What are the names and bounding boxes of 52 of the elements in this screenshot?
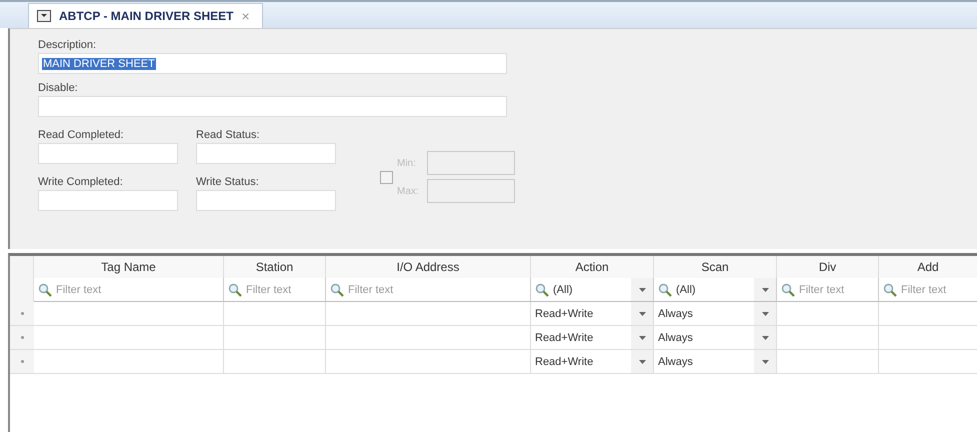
column-header[interactable]: Tag Name [34,256,224,278]
search-icon [883,282,897,296]
row-marker-icon [20,336,24,339]
column-header[interactable]: Div [777,256,879,278]
dropdown-cell[interactable]: Read+Write [531,302,654,326]
search-icon [38,282,52,296]
row-marker-icon [20,360,24,363]
input-field[interactable]: MAIN DRIVER SHEET [38,53,507,74]
column-header[interactable]: Add [879,256,977,278]
row-marker-icon [20,312,24,315]
caret-icon [762,336,768,340]
caret-icon [638,288,646,292]
caret-icon [762,360,768,364]
field-label: Disable: [38,81,79,96]
dropdown-cell[interactable]: Always [654,350,777,374]
dropdown-cell[interactable]: Read+Write [531,350,654,374]
search-icon [658,282,672,296]
filter-dropdown[interactable]: (All) [654,278,777,302]
input-field[interactable] [427,151,515,175]
field-label: Read Status: [196,128,261,143]
caret-icon [638,360,646,364]
caret-icon [638,336,646,340]
field-label: Description: [38,38,98,53]
column-header[interactable]: Station [224,256,326,278]
sheet-icon [37,10,51,22]
column-header[interactable]: Action [531,256,654,278]
search-icon [535,282,549,296]
field-label: Read Completed: [38,128,125,143]
caret-icon [762,288,768,292]
caret-icon [638,312,646,316]
column-header[interactable]: Scan [654,256,777,278]
filter-dropdown[interactable]: (All) [531,278,654,302]
dropdown-cell[interactable]: Always [654,302,777,326]
input-field[interactable] [38,143,178,164]
search-icon [228,282,242,296]
row-header[interactable] [10,350,34,374]
field-label: Write Status: [196,175,260,190]
row-header[interactable] [10,326,34,350]
input-field[interactable] [196,143,336,164]
search-icon [781,282,795,296]
dropdown-cell[interactable]: Read+Write [531,326,654,350]
caret-icon [762,312,768,316]
row-header[interactable] [10,302,34,326]
field-label: Write Completed: [38,175,124,190]
search-icon [330,282,344,296]
input-field[interactable] [38,190,178,211]
input-field[interactable] [196,190,336,211]
document-tab[interactable]: ABTCP - MAIN DRIVER SHEET × [28,3,263,28]
dropdown-cell[interactable]: Always [654,326,777,350]
input-field[interactable] [38,96,507,117]
input-field[interactable] [427,179,515,203]
column-header[interactable]: I/O Address [326,256,531,278]
